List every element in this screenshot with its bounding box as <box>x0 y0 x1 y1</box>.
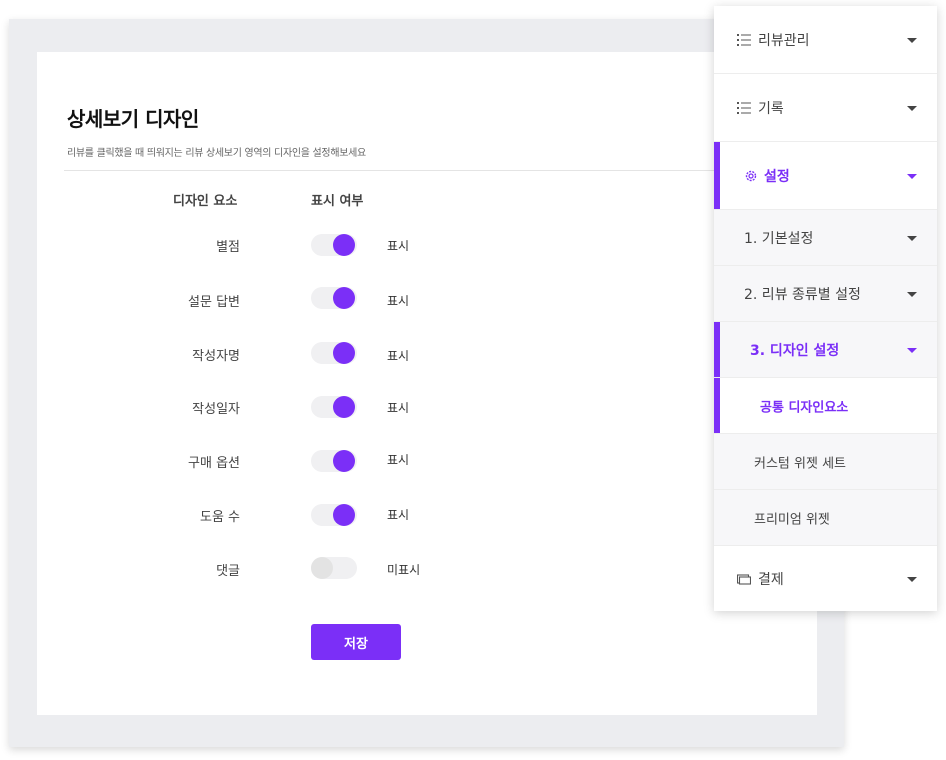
list-icon <box>737 33 751 46</box>
purchase-option-display-status: 표시 <box>387 453 410 467</box>
author-name-display-toggle[interactable] <box>311 342 357 364</box>
card-icon <box>737 573 751 585</box>
menu-item-basic-settings[interactable]: 1. 기본설정 <box>714 210 937 266</box>
menu-item-label: 커스텀 위젯 세트 <box>754 456 846 471</box>
comments-display-status: 미표시 <box>387 563 421 577</box>
row-label-comments: 댓글 <box>216 564 240 579</box>
menu-item-label: 공통 디자인요소 <box>760 400 849 415</box>
survey-answer-display-toggle[interactable] <box>311 287 357 309</box>
chevron-down-icon <box>907 291 917 297</box>
written-date-display-status: 표시 <box>387 401 410 415</box>
menu-item-review-management[interactable]: 리뷰관리 <box>714 6 937 74</box>
gear-icon <box>745 170 757 181</box>
chevron-down-icon <box>907 37 917 43</box>
helpful-count-display-toggle[interactable] <box>311 504 357 526</box>
column-header-display: 표시 여부 <box>311 194 364 209</box>
menu-item-settings[interactable]: 설정 <box>714 142 937 210</box>
toggle-knob <box>333 450 355 472</box>
menu-item-common-design-elements[interactable]: 공통 디자인요소 <box>714 378 937 434</box>
row-label-helpful-count: 도움 수 <box>199 510 240 525</box>
title-divider <box>64 170 724 171</box>
menu-item-premium-widget[interactable]: 프리미엄 위젯 <box>714 490 937 546</box>
menu-item-design-settings[interactable]: 3. 디자인 설정 <box>714 322 937 378</box>
menu-item-billing[interactable]: 결제 <box>714 546 937 611</box>
menu-item-custom-widget-set[interactable]: 커스텀 위젯 세트 <box>714 434 937 490</box>
menu-item-label: 기록 <box>758 100 784 117</box>
row-label-survey-answer: 설문 답변 <box>188 295 240 310</box>
menu-item-label: 2. 리뷰 종류별 설정 <box>744 286 861 303</box>
toggle-knob <box>311 557 333 579</box>
page-title: 상세보기 디자인 <box>67 107 199 131</box>
chevron-down-icon <box>907 235 917 241</box>
toggle-knob <box>333 342 355 364</box>
chevron-down-icon <box>907 576 917 582</box>
survey-answer-display-status: 표시 <box>387 294 410 308</box>
menu-item-label: 결제 <box>758 571 784 588</box>
comments-display-toggle[interactable] <box>311 557 357 579</box>
rating-display-toggle[interactable] <box>311 234 357 256</box>
rating-display-status: 표시 <box>387 239 410 253</box>
menu-item-history[interactable]: 기록 <box>714 74 937 142</box>
helpful-count-display-status: 표시 <box>387 508 410 522</box>
menu-item-label: 1. 기본설정 <box>744 230 814 247</box>
settings-menu: 리뷰관리 기록 설정 1. 기본설정 2. 리뷰 종류별 설정 3. 디자인 설… <box>714 6 937 611</box>
menu-item-label: 프리미엄 위젯 <box>754 512 830 527</box>
chevron-down-icon <box>907 173 917 179</box>
save-button[interactable]: 저장 <box>311 624 401 660</box>
written-date-display-toggle[interactable] <box>311 396 357 418</box>
author-name-display-status: 표시 <box>387 349 410 363</box>
row-label-purchase-option: 구매 옵션 <box>188 456 240 471</box>
toggle-knob <box>333 396 355 418</box>
toggle-knob <box>333 234 355 256</box>
row-label-rating: 별점 <box>216 240 240 255</box>
menu-item-label: 리뷰관리 <box>758 32 810 49</box>
column-header-element: 디자인 요소 <box>173 194 238 209</box>
row-label-written-date: 작성일자 <box>192 402 240 417</box>
page-subtitle: 리뷰를 클릭했을 때 띄워지는 리뷰 상세보기 영역의 디자인을 설정해보세요 <box>67 148 366 159</box>
chevron-down-icon <box>907 105 917 111</box>
row-label-author-name: 작성자명 <box>192 349 240 364</box>
toggle-knob <box>333 287 355 309</box>
purchase-option-display-toggle[interactable] <box>311 450 357 472</box>
menu-item-label: 설정 <box>764 168 790 185</box>
toggle-knob <box>333 504 355 526</box>
chevron-down-icon <box>907 347 917 353</box>
menu-item-review-type-settings[interactable]: 2. 리뷰 종류별 설정 <box>714 266 937 322</box>
list-icon <box>737 101 751 114</box>
menu-item-label: 3. 디자인 설정 <box>750 342 840 359</box>
